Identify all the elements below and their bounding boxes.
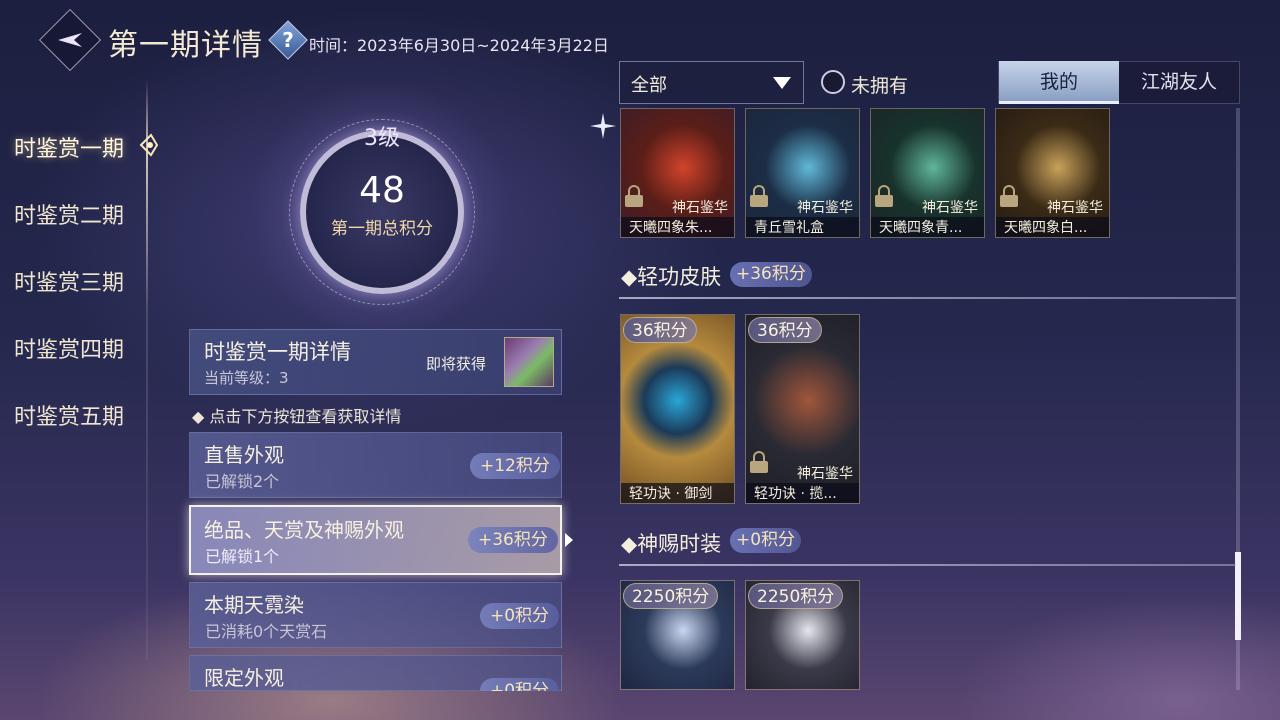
hint-text: ◆ 点击下方按钮查看获取详情 bbox=[192, 407, 402, 426]
card-name: 青丘雪礼盒 bbox=[746, 217, 859, 237]
period-marker-icon bbox=[139, 133, 159, 157]
card-name: 天曦四象青... bbox=[871, 217, 984, 237]
section-title-qinggong: ◆轻功皮肤 bbox=[621, 265, 722, 289]
card-score: 2250积分 bbox=[748, 583, 844, 609]
category-points: +12积分 bbox=[470, 453, 560, 479]
appearance-card[interactable]: 神石鉴华 天曦四象朱... bbox=[620, 108, 735, 238]
card-source: 神石鉴华 bbox=[797, 200, 853, 216]
section-title-shenci: ◆神赐时装 bbox=[621, 532, 722, 556]
card-name: 天曦四象白... bbox=[996, 217, 1109, 237]
card-source: 神石鉴华 bbox=[922, 200, 978, 216]
period-tab-5[interactable]: 时鉴赏五期 bbox=[14, 399, 124, 431]
card-score: 36积分 bbox=[623, 317, 697, 343]
detail-card-title: 时鉴赏一期详情 bbox=[204, 340, 351, 364]
upcoming-label: 即将获得 bbox=[426, 355, 487, 373]
category-points: +36积分 bbox=[468, 527, 558, 553]
time-range-label: 时间：2023年6月30日~2024年3月22日 bbox=[309, 36, 609, 55]
page-title: 第一期详情 bbox=[108, 28, 263, 63]
level-text: 3级 bbox=[364, 126, 400, 151]
lock-icon bbox=[1000, 185, 1018, 207]
card-name: 轻功诀 · 御剑 bbox=[621, 483, 734, 503]
appearance-card[interactable]: 36积分神石鉴华 轻功诀 · 揽... bbox=[745, 314, 860, 504]
appearance-card[interactable]: 2250积分 bbox=[745, 580, 860, 690]
lock-icon bbox=[750, 185, 768, 207]
category-sub: 已解锁1个 bbox=[205, 547, 280, 566]
section-points: +0积分 bbox=[730, 528, 802, 553]
wing-back-icon bbox=[58, 33, 82, 47]
card-name: 轻功诀 · 揽... bbox=[746, 483, 859, 503]
appearance-card[interactable]: 36积分轻功诀 · 御剑 bbox=[620, 314, 735, 504]
category-points: +0积分 bbox=[480, 678, 560, 691]
card-score: 2250积分 bbox=[623, 583, 719, 609]
category-sub: 已消耗0个天赏石 bbox=[205, 622, 328, 641]
appearance-card[interactable]: 神石鉴华 青丘雪礼盒 bbox=[745, 108, 860, 238]
section-points: +36积分 bbox=[730, 262, 812, 287]
card-source: 神石鉴华 bbox=[1047, 200, 1103, 216]
section-divider bbox=[619, 297, 1236, 299]
tab-mine[interactable]: 我的 bbox=[999, 61, 1119, 104]
lock-icon bbox=[750, 451, 768, 473]
appearance-card[interactable]: 神石鉴华 天曦四象白... bbox=[995, 108, 1110, 238]
nav-divider bbox=[146, 80, 148, 660]
current-level: 当前等级：3 bbox=[204, 369, 289, 387]
period-tab-4[interactable]: 时鉴赏四期 bbox=[14, 332, 124, 364]
filter-value: 全部 bbox=[631, 75, 667, 96]
lock-icon bbox=[875, 185, 893, 207]
level-orb bbox=[300, 130, 464, 294]
card-source: 神石鉴华 bbox=[672, 200, 728, 216]
period-tab-3[interactable]: 时鉴赏三期 bbox=[14, 265, 124, 297]
category-points-clip: +0积分 bbox=[189, 678, 562, 691]
period-tab-1[interactable]: 时鉴赏一期 bbox=[14, 131, 124, 163]
period-tab-2[interactable]: 时鉴赏二期 bbox=[14, 198, 124, 230]
card-score: 36积分 bbox=[748, 317, 822, 343]
total-score: 48 bbox=[359, 170, 405, 211]
section-divider bbox=[619, 564, 1236, 566]
card-name: 天曦四象朱... bbox=[621, 217, 734, 237]
category-sub: 已解锁2个 bbox=[205, 472, 280, 491]
sparkle-icon bbox=[590, 113, 616, 139]
selected-arrow-icon bbox=[565, 533, 573, 547]
total-score-label: 第一期总积分 bbox=[331, 219, 433, 239]
appearance-card[interactable]: 2250积分 bbox=[620, 580, 735, 690]
caret-down-icon bbox=[773, 77, 791, 89]
card-source: 神石鉴华 bbox=[797, 466, 853, 482]
unowned-label[interactable]: 未拥有 bbox=[851, 71, 908, 98]
tab-friends[interactable]: 江湖友人 bbox=[1119, 61, 1239, 104]
lock-icon bbox=[625, 185, 643, 207]
unowned-radio[interactable] bbox=[821, 70, 845, 94]
category-title: 绝品、天赏及神赐外观 bbox=[204, 518, 404, 542]
upcoming-reward-thumbnail[interactable] bbox=[504, 337, 554, 387]
appearance-card[interactable]: 神石鉴华 天曦四象青... bbox=[870, 108, 985, 238]
category-points: +0积分 bbox=[480, 603, 560, 629]
question-icon[interactable]: ? bbox=[274, 26, 302, 54]
category-title: 直售外观 bbox=[204, 443, 284, 467]
category-title: 本期天霓染 bbox=[204, 593, 304, 617]
